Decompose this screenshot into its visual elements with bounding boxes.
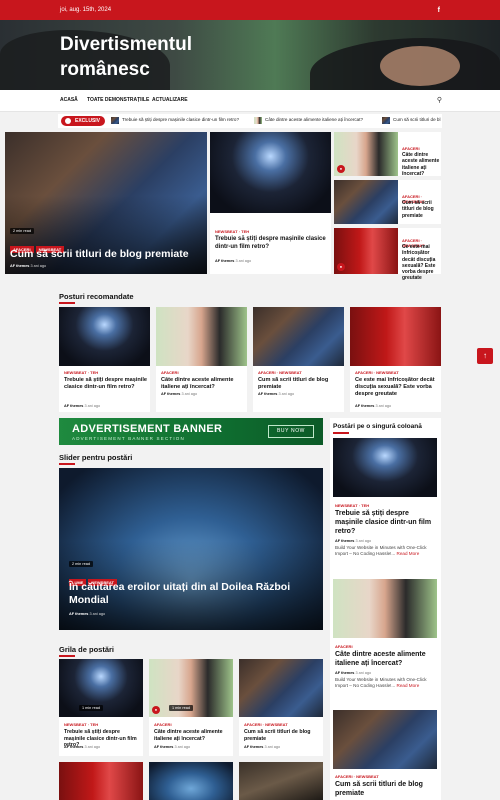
read-more-link[interactable]: Read More	[397, 551, 420, 556]
news-ticker: EXCLUSIV Trebuie să știți despre mașinil…	[58, 114, 442, 128]
post-image[interactable]	[333, 579, 437, 638]
section-title: Slider pentru postări	[59, 453, 133, 462]
grid-image[interactable]	[239, 762, 323, 800]
post-image[interactable]	[333, 438, 437, 497]
ticker-thumb	[111, 117, 119, 124]
header-banner: Divertismentul românesc	[0, 20, 500, 90]
featured-main-title[interactable]: Cum să scrii titluri de blog premiate	[10, 248, 205, 261]
grid-card[interactable]: 1 min read NEWSBEAT · TEH Trebuie să ști…	[59, 659, 143, 756]
ticker-thumb	[382, 117, 390, 124]
grid-card[interactable]: AFACERI · NEWSBEAT Cum să scrii titluri …	[239, 659, 323, 756]
ticker-item[interactable]: Trebuie să știți despre mașinile clasice…	[122, 117, 247, 122]
facebook-icon[interactable]: f	[438, 7, 440, 14]
read-time: 2 min read	[10, 228, 34, 234]
featured-main-image[interactable]: 2 min read AFACERI NEWSBEAT Cum să scrii …	[5, 132, 207, 274]
side-card[interactable]: AFACERI · NEWSBEAT Cum să scrii titluri …	[334, 180, 441, 224]
camera-icon: ●	[337, 165, 345, 173]
slider-image[interactable]: 2 min read LUME NEWSBEAT În căutarea eroi…	[59, 468, 323, 630]
grid-card[interactable]: ● 1 min read AFACERI Câte dintre aceste a…	[149, 659, 233, 756]
ticker-item[interactable]: Cum să scrii titluri de bl	[393, 117, 441, 122]
sidebar: Postări pe o singură coloană NEWSBEAT · …	[330, 418, 441, 800]
grid-image[interactable]	[149, 762, 233, 800]
buy-now-button[interactable]: BUY NOW	[268, 425, 314, 438]
main-nav: ACASĂ TOATE DEMONSTRAȚIILE ACTUALIZARE ⚲	[0, 90, 500, 112]
site-title[interactable]: Divertismentul românesc	[60, 32, 240, 82]
recommended-card[interactable]: AFACERI · NEWSBEAT Cum să scrii titluri …	[253, 307, 344, 412]
featured-middle-card[interactable]: NEWSBEAT · TEH Trebuie să știți despre m…	[210, 132, 331, 274]
post-image[interactable]	[210, 132, 331, 213]
post-meta: AF themes 3 ani ago	[215, 259, 252, 263]
search-icon[interactable]: ⚲	[437, 96, 442, 104]
ticker-item[interactable]: Câte dintre aceste alimente italiene ați…	[265, 117, 385, 122]
read-time: 2 min read	[69, 561, 93, 567]
grid-image[interactable]	[59, 762, 143, 800]
camera-icon: ●	[152, 706, 160, 714]
date-label: joi, aug. 15th, 2024	[60, 7, 112, 13]
slider-title[interactable]: În căutarea eroilor uitați din al Doilea…	[69, 581, 319, 607]
section-title: Grila de postări	[59, 645, 115, 654]
nav-item-home[interactable]: ACASĂ	[60, 97, 78, 103]
camera-icon: ●	[337, 263, 345, 271]
ticker-thumb	[254, 117, 262, 124]
post-meta: AF themes 3 ani ago	[69, 612, 106, 616]
recommended-card[interactable]: AFACERI · NEWSBEAT Ce este mai înfricoșă…	[350, 307, 441, 412]
nav-item-all-demos[interactable]: TOATE DEMONSTRAȚIILE	[87, 97, 149, 103]
post-title[interactable]: Trebuie să știți despre mașinile clasice…	[215, 236, 329, 251]
recommended-card[interactable]: NEWSBEAT · TEH Trebuie să știți despre m…	[59, 307, 150, 412]
side-card[interactable]: ● AFACERI · NEWSBEAT Ce este mai înfrico…	[334, 228, 441, 281]
section-title: Postări pe o singură coloană	[333, 423, 422, 430]
read-more-link[interactable]: Read More	[397, 683, 420, 688]
scroll-top-button[interactable]: ↑	[477, 348, 493, 364]
exclusive-badge: EXCLUSIV	[61, 116, 106, 126]
recommended-card[interactable]: AFACERI Câte dintre aceste alimente ital…	[156, 307, 247, 412]
post-image[interactable]	[333, 710, 437, 769]
top-bar: joi, aug. 15th, 2024 f	[0, 0, 500, 20]
nav-item-update[interactable]: ACTUALIZARE	[152, 97, 188, 103]
section-title: Posturi recomandate	[59, 292, 134, 301]
advertisement-banner[interactable]: ADVERTISEMENT BANNER ADVERTISEMENT BANNE…	[59, 418, 323, 445]
side-card[interactable]: ● AFACERI Câte dintre aceste alimente it…	[334, 132, 441, 177]
post-meta: AF themes 3 ani ago	[10, 264, 47, 268]
